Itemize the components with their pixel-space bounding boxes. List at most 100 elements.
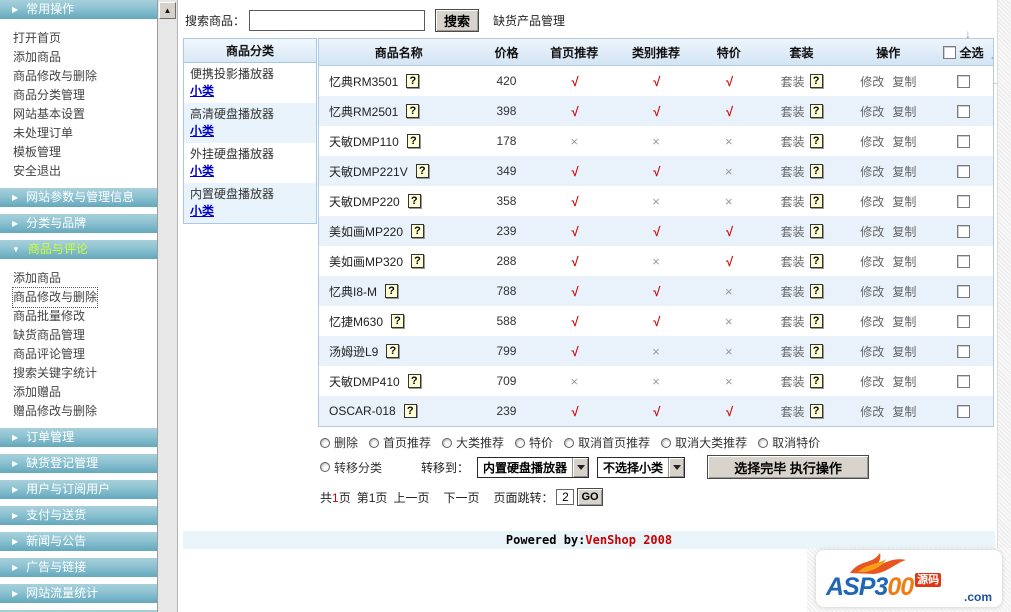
- copy-link[interactable]: 复制: [892, 253, 916, 270]
- next-page-link[interactable]: 下一页: [443, 489, 479, 506]
- radio-option[interactable]: 大类推荐: [442, 434, 504, 451]
- copy-link[interactable]: 复制: [892, 313, 916, 330]
- subcategory-link[interactable]: 小类: [190, 83, 214, 99]
- question-icon[interactable]: ?: [407, 194, 421, 208]
- edit-link[interactable]: 修改: [860, 73, 884, 90]
- subcategory-link[interactable]: 小类: [190, 123, 214, 139]
- sidebar-item[interactable]: 未处理订单: [13, 124, 73, 143]
- category-name[interactable]: 便携投影播放器: [190, 66, 316, 83]
- category-name[interactable]: 外挂硬盘播放器: [190, 146, 316, 163]
- subcategory-link[interactable]: 小类: [190, 163, 214, 179]
- sidebar-item[interactable]: 商品修改与删除: [11, 287, 99, 308]
- row-checkbox[interactable]: [956, 74, 970, 88]
- bundle-link[interactable]: 套装: [781, 253, 805, 270]
- question-icon[interactable]: ?: [809, 314, 823, 328]
- sidebar-section-header[interactable]: ▶ 网站参数与管理信息: [0, 188, 157, 207]
- sidebar-section-header[interactable]: ▼ 商品与评论: [0, 240, 157, 259]
- row-checkbox[interactable]: [956, 254, 970, 268]
- copy-link[interactable]: 复制: [892, 283, 916, 300]
- sidebar-item[interactable]: 商品分类管理: [13, 86, 85, 105]
- row-checkbox[interactable]: [956, 194, 970, 208]
- copy-link[interactable]: 复制: [892, 223, 916, 240]
- question-icon[interactable]: ?: [809, 284, 823, 298]
- row-checkbox[interactable]: [956, 134, 970, 148]
- sidebar-item[interactable]: 添加商品: [13, 269, 61, 288]
- question-icon[interactable]: ?: [386, 344, 400, 358]
- row-checkbox[interactable]: [956, 404, 970, 418]
- bundle-link[interactable]: 套装: [781, 343, 805, 360]
- sidebar-section-header[interactable]: ▶ 订单管理: [0, 428, 157, 447]
- copy-link[interactable]: 复制: [892, 403, 916, 420]
- radio-option[interactable]: 特价: [515, 434, 553, 451]
- row-checkbox[interactable]: [956, 374, 970, 388]
- sidebar-item[interactable]: 添加赠品: [13, 383, 61, 402]
- radio-option[interactable]: 取消特价: [758, 434, 820, 451]
- edit-link[interactable]: 修改: [860, 253, 884, 270]
- copy-link[interactable]: 复制: [892, 193, 916, 210]
- row-checkbox[interactable]: [956, 314, 970, 328]
- question-icon[interactable]: ?: [415, 164, 429, 178]
- dropdown-arrow-icon[interactable]: [668, 457, 685, 477]
- sidebar-item[interactable]: 缺货商品管理: [13, 326, 85, 345]
- edit-link[interactable]: 修改: [860, 283, 884, 300]
- bundle-link[interactable]: 套装: [781, 313, 805, 330]
- question-icon[interactable]: ?: [809, 164, 823, 178]
- prev-page-link[interactable]: 上一页: [393, 489, 429, 506]
- sidebar-section-header[interactable]: ▶ 新闻与公告: [0, 532, 157, 551]
- sidebar-item[interactable]: 搜索关键字统计: [13, 364, 97, 383]
- question-icon[interactable]: ?: [391, 314, 405, 328]
- sidebar-section-header[interactable]: ▶ 广告与链接: [0, 558, 157, 577]
- sidebar-item[interactable]: 模板管理: [13, 143, 61, 162]
- radio-option[interactable]: 首页推荐: [369, 434, 431, 451]
- bundle-link[interactable]: 套装: [781, 283, 805, 300]
- bundle-link[interactable]: 套装: [781, 373, 805, 390]
- sidebar-section-header[interactable]: ▶ 常用操作: [0, 0, 157, 19]
- select-all-checkbox[interactable]: [942, 45, 956, 59]
- row-checkbox[interactable]: [956, 344, 970, 358]
- radio-option[interactable]: 取消首页推荐: [564, 434, 650, 451]
- go-button[interactable]: GO: [577, 488, 603, 506]
- question-icon[interactable]: ?: [809, 224, 823, 238]
- sidebar-section-header[interactable]: ▶ 支付与送货: [0, 506, 157, 525]
- edit-link[interactable]: 修改: [860, 313, 884, 330]
- bundle-link[interactable]: 套装: [781, 163, 805, 180]
- edit-link[interactable]: 修改: [860, 103, 884, 120]
- sidebar-scrollbar[interactable]: ▲: [157, 0, 178, 612]
- stock-management-link[interactable]: 缺货产品管理: [493, 12, 565, 29]
- bundle-link[interactable]: 套装: [781, 223, 805, 240]
- search-button[interactable]: 搜索: [435, 8, 480, 32]
- bundle-link[interactable]: 套装: [781, 73, 805, 90]
- question-icon[interactable]: ?: [809, 134, 823, 148]
- question-icon[interactable]: ?: [809, 104, 823, 118]
- edit-link[interactable]: 修改: [860, 223, 884, 240]
- question-icon[interactable]: ?: [809, 254, 823, 268]
- question-icon[interactable]: ?: [809, 344, 823, 358]
- bundle-link[interactable]: 套装: [781, 403, 805, 420]
- execute-button[interactable]: 选择完毕 执行操作: [707, 455, 870, 479]
- radio-option[interactable]: 删除: [320, 434, 358, 451]
- question-icon[interactable]: ?: [809, 404, 823, 418]
- row-checkbox[interactable]: [956, 224, 970, 238]
- bundle-link[interactable]: 套装: [781, 133, 805, 150]
- edit-link[interactable]: 修改: [860, 193, 884, 210]
- jump-page-input[interactable]: [556, 489, 575, 505]
- edit-link[interactable]: 修改: [860, 343, 884, 360]
- question-icon[interactable]: ?: [406, 74, 420, 88]
- sidebar-item[interactable]: 安全退出: [13, 162, 61, 181]
- question-icon[interactable]: ?: [385, 284, 399, 298]
- copy-link[interactable]: 复制: [892, 73, 916, 90]
- sidebar-item[interactable]: 商品评论管理: [13, 345, 85, 364]
- subcategory-select[interactable]: 不选择小类: [597, 456, 686, 478]
- question-icon[interactable]: ?: [403, 404, 417, 418]
- radio-option-transfer[interactable]: 转移分类: [320, 459, 382, 476]
- sidebar-item[interactable]: 商品批量修改: [13, 307, 85, 326]
- question-icon[interactable]: ?: [809, 374, 823, 388]
- copy-link[interactable]: 复制: [892, 373, 916, 390]
- sidebar-section-header[interactable]: ▶ 网站流量统计: [0, 584, 157, 603]
- category-name[interactable]: 高清硬盘播放器: [190, 106, 316, 123]
- subcategory-link[interactable]: 小类: [190, 203, 214, 219]
- edit-link[interactable]: 修改: [860, 163, 884, 180]
- row-checkbox[interactable]: [956, 284, 970, 298]
- question-icon[interactable]: ?: [407, 374, 421, 388]
- sidebar-item[interactable]: 网站基本设置: [13, 105, 85, 124]
